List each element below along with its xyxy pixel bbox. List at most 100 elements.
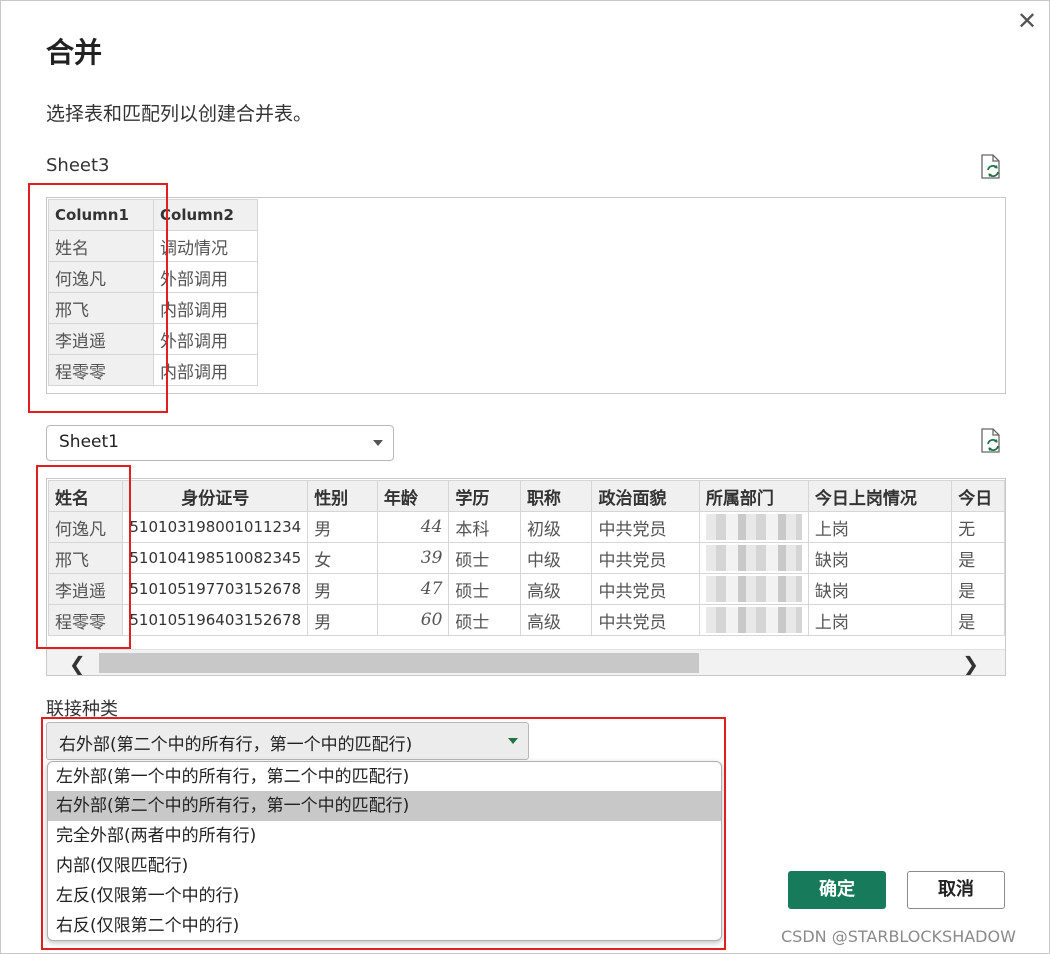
horizontal-scrollbar[interactable]: ❮ ❯ (47, 649, 1005, 675)
column-header[interactable]: 学历 (448, 480, 521, 512)
scrollbar-thumb[interactable] (99, 653, 699, 673)
table-cell: 中共党员 (591, 573, 700, 605)
column-header[interactable]: 年龄 (376, 480, 450, 512)
scroll-right-icon[interactable]: ❯ (962, 652, 979, 675)
table-cell: 是 (951, 542, 1005, 574)
table-cell: 本科 (448, 511, 521, 543)
table-row: 姓名 调动情况 (48, 230, 258, 262)
table-row: 程零零 内部调用 (48, 354, 258, 386)
column-header[interactable]: Column2 (153, 199, 258, 231)
join-option-left-anti[interactable]: 左反(仅限第一个中的行) (48, 881, 721, 911)
table-cell: 调动情况 (153, 230, 258, 262)
refresh-icon[interactable] (979, 154, 1003, 180)
table-cell: 硕士 (448, 573, 521, 605)
table-cell: 47 (376, 573, 450, 605)
join-kind-value: 右外部(第二个中的所有行，第一个中的匹配行) (59, 735, 413, 755)
close-icon[interactable]: ✕ (1013, 7, 1041, 35)
table-cell: 上岗 (807, 511, 953, 543)
table-row: 李逍遥 510105197703152678 男 47 硕士 高级 中共党员 缺… (47, 573, 1005, 605)
column-header[interactable]: 今日上岗情况 (807, 480, 953, 512)
ok-button[interactable]: 确定 (788, 871, 886, 909)
table-cell: 无 (951, 511, 1005, 543)
option-label: 右外部(第二个中的所有行，第一个中的匹配行) (56, 796, 410, 816)
join-kind-dropdown: 左外部(第一个中的所有行，第二个中的匹配行) 右外部(第二个中的所有行，第一个中… (47, 761, 722, 941)
table-cell: 初级 (519, 511, 593, 543)
table-cell: 缺岗 (807, 542, 953, 574)
table-cell: 程零零 (48, 354, 154, 386)
table-cell: 程零零 (47, 604, 124, 636)
join-option-left-outer[interactable]: 左外部(第一个中的所有行，第二个中的匹配行) (48, 762, 721, 792)
table-cell: 上岗 (807, 604, 953, 636)
table-cell: 邢飞 (48, 292, 154, 324)
table-row: 何逸凡 外部调用 (48, 261, 258, 293)
chevron-down-icon (373, 440, 383, 446)
column-header[interactable]: Column1 (48, 199, 154, 231)
table-cell: 何逸凡 (48, 261, 154, 293)
table-cell: 高级 (519, 604, 593, 636)
dialog-description: 选择表和匹配列以创建合并表。 (46, 103, 313, 125)
table-cell: 内部调用 (153, 292, 258, 324)
table-cell: 是 (951, 573, 1005, 605)
table-cell: 李逍遥 (47, 573, 124, 605)
table-row: 邢飞 内部调用 (48, 292, 258, 324)
merge-dialog: ✕ 合并 选择表和匹配列以创建合并表。 Sheet3 Column1 Colum… (0, 0, 1050, 954)
table-cell: 李逍遥 (48, 323, 154, 355)
table-cell: 男 (307, 604, 378, 636)
column-header[interactable]: 性别 (307, 480, 378, 512)
table-cell: 男 (307, 573, 378, 605)
blurred-cell (698, 511, 809, 543)
option-label: 内部(仅限匹配行) (56, 856, 189, 876)
blurred-cell (698, 542, 809, 574)
table2-preview: 姓名 身份证号 性别 年龄 学历 职称 政治面貌 所属部门 今日上岗情况 今日 … (46, 478, 1006, 676)
table-cell: 姓名 (48, 230, 154, 262)
column-header[interactable]: 所属部门 (698, 480, 809, 512)
table-cell: 何逸凡 (47, 511, 124, 543)
table-cell: 硕士 (448, 604, 521, 636)
join-option-right-outer[interactable]: 右外部(第二个中的所有行，第一个中的匹配行) (48, 791, 721, 821)
join-option-right-anti[interactable]: 右反(仅限第二个中的行) (48, 911, 721, 940)
cancel-button[interactable]: 取消 (907, 871, 1005, 909)
option-label: 右反(仅限第二个中的行) (56, 916, 240, 936)
blurred-cell (698, 604, 809, 636)
option-label: 左反(仅限第一个中的行) (56, 886, 240, 906)
option-label: 完全外部(两者中的所有行) (56, 826, 257, 846)
table-row: 何逸凡 510103198001011234 男 44 本科 初级 中共党员 上… (47, 511, 1005, 543)
table1-preview: Column1 Column2 姓名 调动情况 何逸凡 外部调用 邢飞 内部调用 李逍… (46, 197, 1006, 394)
column-header[interactable]: 职称 (519, 480, 593, 512)
option-label: 左外部(第一个中的所有行，第二个中的匹配行) (56, 767, 410, 787)
table-row: 程零零 510105196403152678 男 60 硕士 高级 中共党员 上… (47, 604, 1005, 636)
column-header[interactable]: 政治面貌 (591, 480, 700, 512)
join-option-full-outer[interactable]: 完全外部(两者中的所有行) (48, 821, 721, 851)
join-option-inner[interactable]: 内部(仅限匹配行) (48, 851, 721, 881)
table-cell: 外部调用 (153, 323, 258, 355)
join-kind-label: 联接种类 (46, 699, 118, 720)
table-cell: 510103198001011234 (122, 511, 309, 543)
table-row: 李逍遥 外部调用 (48, 323, 258, 355)
table-cell: 510105196403152678 (122, 604, 309, 636)
table-cell: 44 (376, 511, 450, 543)
table-cell: 硕士 (448, 542, 521, 574)
watermark: CSDN @STARBLOCKSHADOW (781, 927, 1016, 946)
table-cell: 510105197703152678 (122, 573, 309, 605)
column-header[interactable]: 身份证号 (122, 480, 309, 512)
table-cell: 中级 (519, 542, 593, 574)
table-cell: 中共党员 (591, 604, 700, 636)
refresh-icon[interactable] (979, 428, 1003, 454)
table-cell: 是 (951, 604, 1005, 636)
table2-grid: 姓名 身份证号 性别 年龄 学历 职称 政治面貌 所属部门 今日上岗情况 今日 … (47, 480, 1005, 636)
table1-grid: Column1 Column2 姓名 调动情况 何逸凡 外部调用 邢飞 内部调用 李逍… (48, 199, 258, 386)
table-cell: 女 (307, 542, 378, 574)
column-header[interactable]: 今日 (951, 480, 1005, 512)
table-cell: 中共党员 (591, 511, 700, 543)
dialog-title: 合并 (46, 36, 103, 69)
table-cell: 39 (376, 542, 450, 574)
join-kind-select[interactable]: 右外部(第二个中的所有行，第一个中的匹配行) (46, 722, 529, 760)
chevron-down-icon (508, 738, 518, 744)
table-cell: 510104198510082345 (122, 542, 309, 574)
column-header[interactable]: 姓名 (47, 480, 124, 512)
table-cell: 缺岗 (807, 573, 953, 605)
scroll-left-icon[interactable]: ❮ (69, 652, 86, 675)
table-cell: 外部调用 (153, 261, 258, 293)
table-cell: 男 (307, 511, 378, 543)
table2-select[interactable]: Sheet1 (46, 425, 394, 461)
